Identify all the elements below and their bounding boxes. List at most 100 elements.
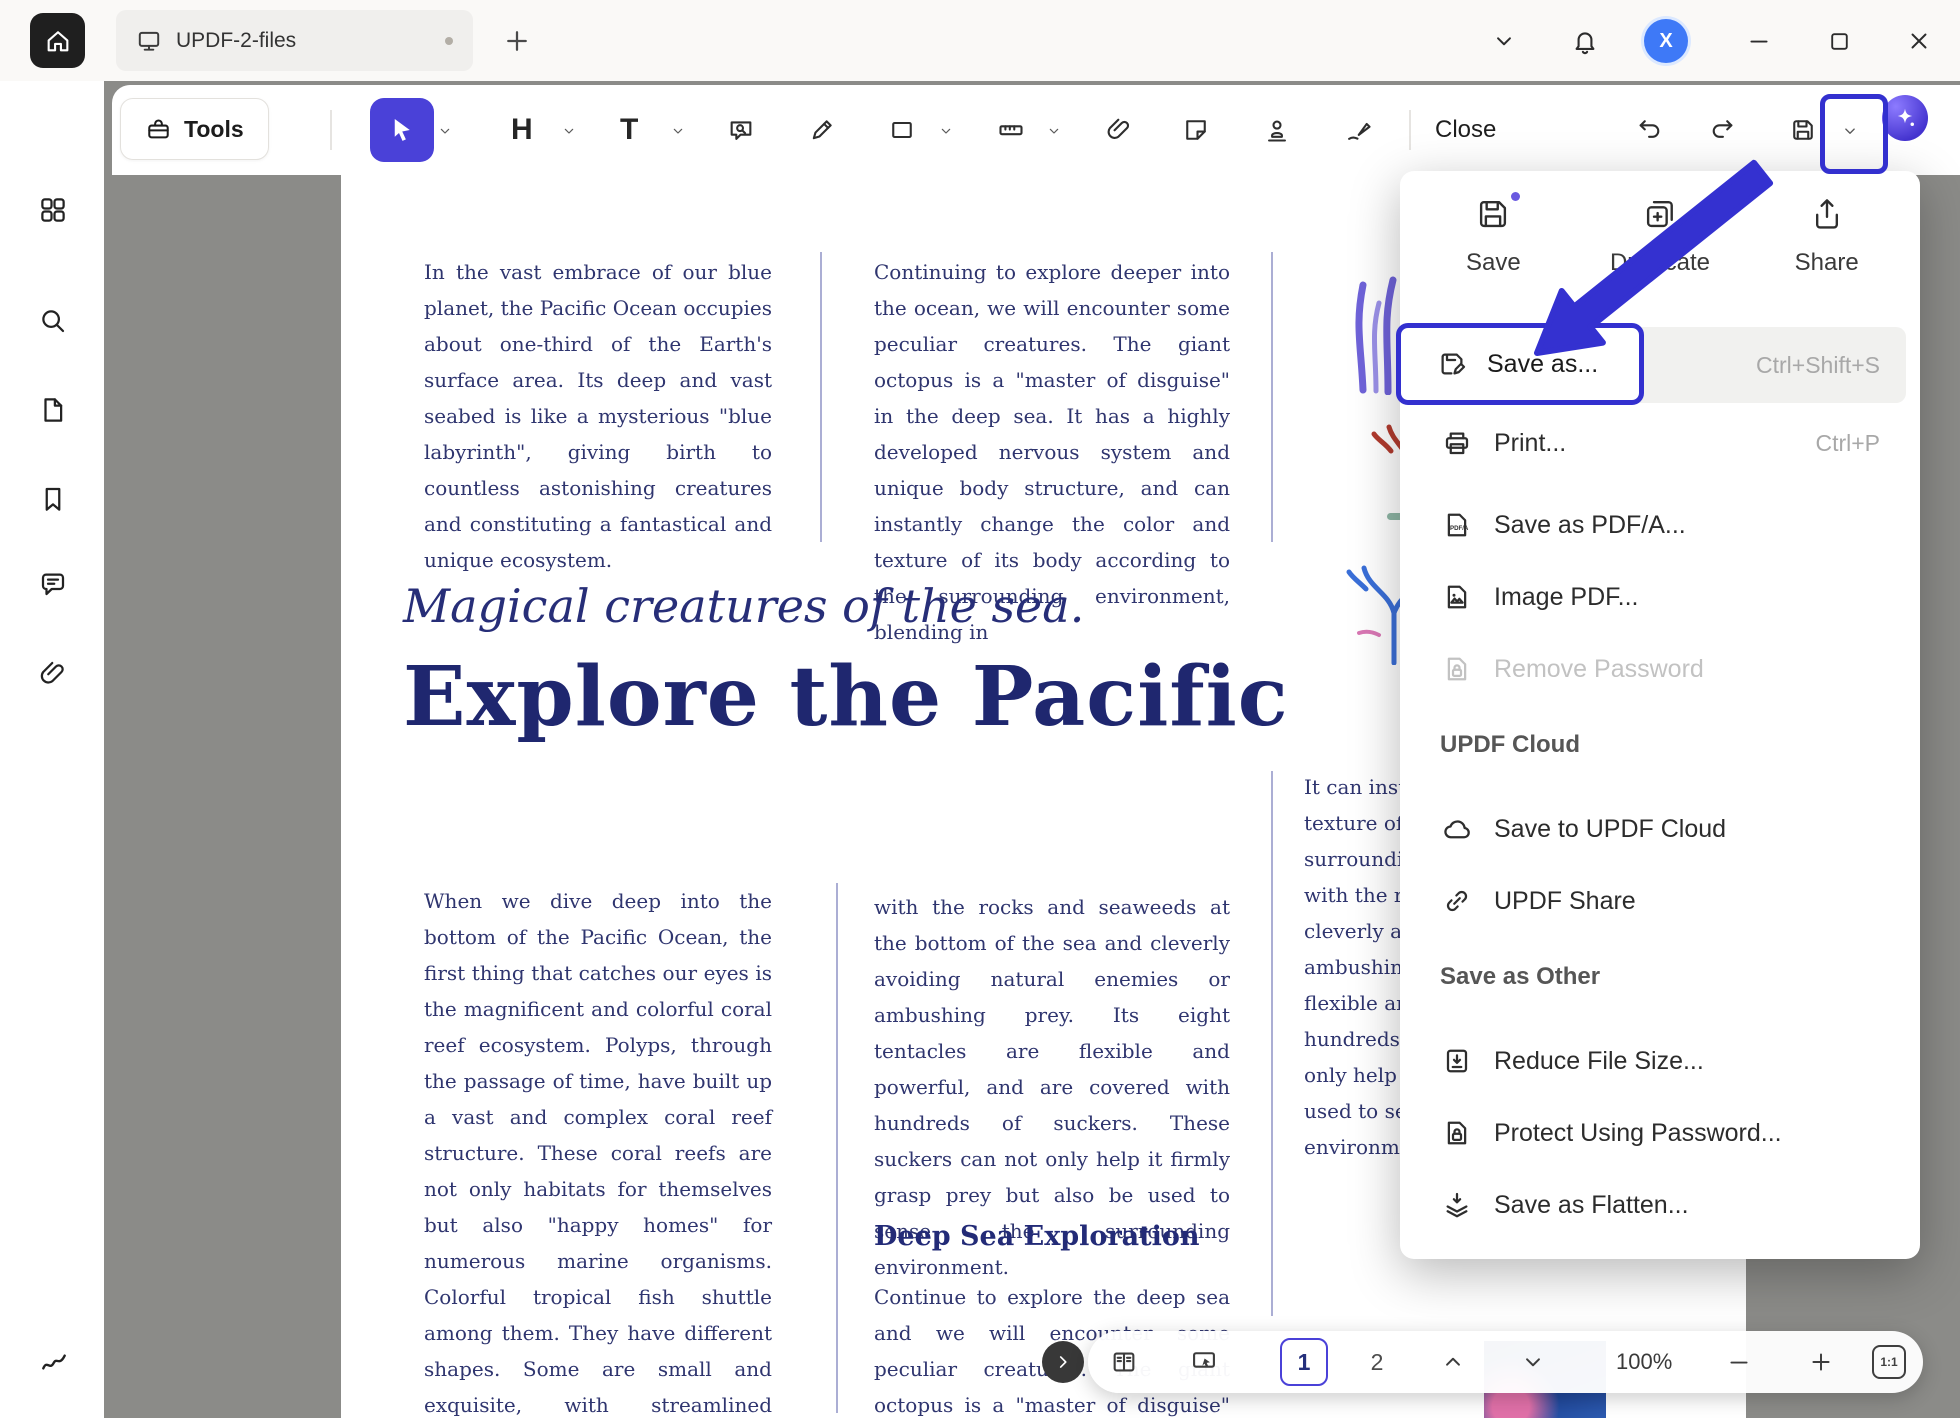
menu-action-duplicate[interactable]: Duplicate xyxy=(1577,195,1744,277)
rectangle-icon xyxy=(888,116,916,144)
reader-view-button[interactable] xyxy=(1110,1348,1138,1376)
sidebar-item-search[interactable] xyxy=(38,306,68,336)
previous-page-button[interactable] xyxy=(1440,1348,1468,1376)
redo-button[interactable] xyxy=(1708,116,1736,144)
undo-button[interactable] xyxy=(1636,116,1664,144)
text-tool-button[interactable]: T xyxy=(620,85,638,175)
titlebar: UPDF-2-files X xyxy=(0,0,1960,81)
ruler-icon xyxy=(997,116,1025,144)
page-icon xyxy=(38,395,68,425)
sidebar-item-apps[interactable] xyxy=(38,195,68,225)
cloud-icon xyxy=(1442,814,1472,844)
protect-lock-icon xyxy=(1442,1118,1472,1148)
doc-heading-2: Deep Sea Exploration xyxy=(874,1221,1200,1252)
link-icon xyxy=(1442,886,1472,916)
sidebar-item-comments[interactable] xyxy=(38,569,68,599)
image-pdf-menu-item[interactable]: Image PDF... xyxy=(1414,565,1906,629)
notifications-button[interactable] xyxy=(1570,26,1600,56)
chevron-down-icon xyxy=(938,123,954,139)
sidebar-item-signature[interactable] xyxy=(38,1345,68,1375)
select-tool-button[interactable] xyxy=(370,98,434,162)
maximize-button[interactable] xyxy=(1824,26,1854,56)
plus-icon xyxy=(1808,1349,1834,1375)
stamp-tool-button[interactable] xyxy=(1263,116,1291,144)
chevron-down-icon xyxy=(1046,123,1062,139)
divider xyxy=(1409,110,1411,150)
minimize-icon xyxy=(1746,28,1772,54)
measure-tool-dropdown[interactable] xyxy=(1046,123,1062,139)
save-dropdown-button[interactable] xyxy=(1841,122,1857,138)
collapse-tabs-button[interactable] xyxy=(1489,26,1519,56)
expand-pagebar-button[interactable] xyxy=(1042,1341,1084,1383)
reduce-file-size-menu-item[interactable]: Reduce File Size... xyxy=(1414,1029,1906,1093)
sticker-tool-button[interactable] xyxy=(1182,116,1210,144)
signature-tool-button[interactable] xyxy=(1345,116,1373,144)
measure-tool-button[interactable] xyxy=(997,116,1025,144)
shapes-tool-button[interactable] xyxy=(888,116,916,144)
share-icon xyxy=(1808,195,1846,233)
save-to-updf-cloud-menu-item[interactable]: Save to UPDF Cloud xyxy=(1414,797,1906,861)
protect-password-menu-item[interactable]: Protect Using Password... xyxy=(1414,1101,1906,1165)
zoom-out-button[interactable] xyxy=(1726,1348,1754,1376)
close-edit-mode-button[interactable]: Close xyxy=(1435,85,1496,175)
text-tool-dropdown[interactable] xyxy=(670,123,686,139)
menu-action-share[interactable]: Share xyxy=(1743,195,1910,277)
close-icon xyxy=(1906,28,1932,54)
zoom-level: 100% xyxy=(1616,1331,1672,1393)
presentation-button[interactable] xyxy=(1190,1348,1218,1376)
column-divider xyxy=(1271,252,1273,542)
column-divider xyxy=(1271,771,1273,1316)
reader-view-icon xyxy=(1110,1348,1138,1376)
sidebar-item-attachments[interactable] xyxy=(38,659,68,689)
bookmark-icon xyxy=(38,484,68,514)
paperclip-icon xyxy=(38,659,68,689)
heading-tool-button[interactable]: H xyxy=(511,85,533,175)
tools-button[interactable]: Tools xyxy=(120,98,269,160)
redo-icon xyxy=(1708,116,1736,144)
sidebar-item-thumbnails[interactable] xyxy=(38,395,68,425)
password-lock-icon xyxy=(1442,654,1472,684)
save-button[interactable] xyxy=(1789,116,1817,144)
divider xyxy=(330,110,332,150)
comment-tool-button[interactable] xyxy=(727,116,755,144)
sidebar-item-bookmarks[interactable] xyxy=(38,484,68,514)
apps-grid-icon xyxy=(38,195,68,225)
updf-share-menu-item[interactable]: UPDF Share xyxy=(1414,869,1906,933)
maximize-icon xyxy=(1827,29,1852,54)
column-divider xyxy=(836,883,838,1413)
minimize-button[interactable] xyxy=(1744,26,1774,56)
avatar[interactable]: X xyxy=(1644,19,1688,63)
page-2-button[interactable]: 2 xyxy=(1353,1338,1401,1386)
save-as-flatten-menu-item[interactable]: Save as Flatten... xyxy=(1414,1173,1906,1237)
pen-tool-button[interactable] xyxy=(808,116,836,144)
new-tab-button[interactable] xyxy=(502,26,532,56)
comment-search-icon xyxy=(727,116,755,144)
toolbox-icon xyxy=(145,116,172,143)
plus-icon xyxy=(502,26,532,56)
page-1-button[interactable]: 1 xyxy=(1280,1338,1328,1386)
select-tool-dropdown[interactable] xyxy=(437,123,453,139)
save-as-menu-item[interactable]: Save as... xyxy=(1396,323,1644,405)
ai-assistant-button[interactable] xyxy=(1882,95,1928,141)
stamp-person-icon xyxy=(1263,116,1291,144)
close-window-button[interactable] xyxy=(1904,26,1934,56)
image-pdf-icon xyxy=(1442,582,1472,612)
sparkle-icon xyxy=(1890,103,1920,133)
zoom-in-button[interactable] xyxy=(1808,1348,1836,1376)
menu-action-save[interactable]: Save xyxy=(1410,195,1577,277)
attachment-tool-button[interactable] xyxy=(1105,116,1133,144)
search-icon xyxy=(38,306,68,336)
chevron-down-icon xyxy=(1841,122,1859,140)
pen-icon xyxy=(808,116,836,144)
home-button[interactable] xyxy=(30,13,85,68)
doc-title: Explore the Pacific xyxy=(403,649,1289,745)
heading-tool-dropdown[interactable] xyxy=(561,123,577,139)
left-sidebar xyxy=(0,81,104,1418)
document-tab[interactable]: UPDF-2-files xyxy=(116,10,473,71)
minus-icon xyxy=(1726,1349,1752,1375)
fit-actual-size-button[interactable]: 1:1 xyxy=(1872,1345,1906,1379)
next-page-button[interactable] xyxy=(1520,1348,1548,1376)
shapes-tool-dropdown[interactable] xyxy=(938,123,954,139)
print-menu-item[interactable]: Print... Ctrl+P xyxy=(1414,411,1906,475)
save-as-pdfa-menu-item[interactable]: Save as PDF/A... xyxy=(1414,493,1906,557)
